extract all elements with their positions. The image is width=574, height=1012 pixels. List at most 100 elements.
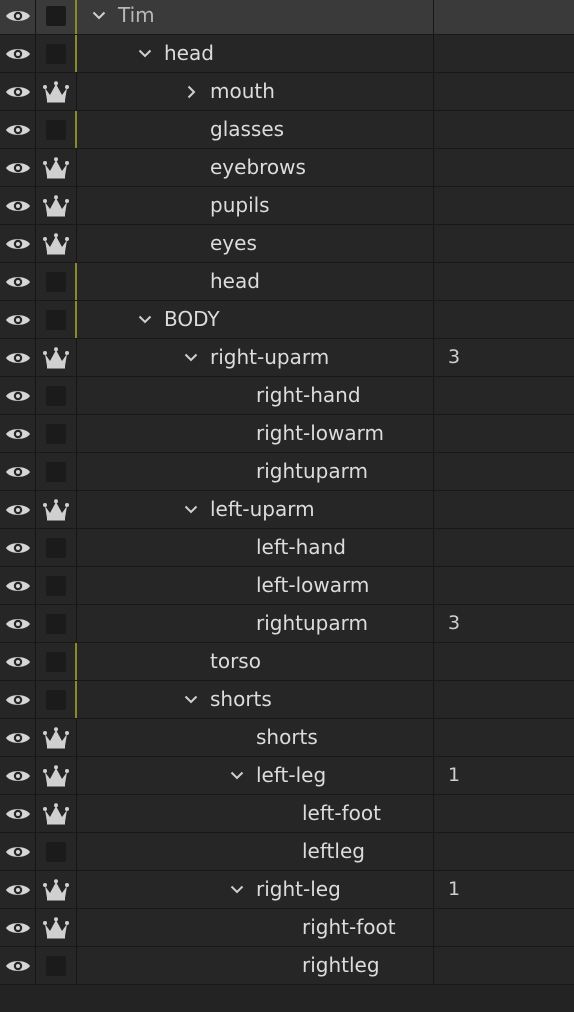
layer-swatch[interactable]	[36, 833, 77, 870]
layer-row[interactable]: left-hand	[0, 529, 574, 567]
layer-row[interactable]: right-lowarm	[0, 415, 574, 453]
crown-icon[interactable]	[36, 73, 77, 110]
layer-value-cell[interactable]	[433, 263, 574, 300]
layer-name-cell[interactable]: eyes	[77, 225, 433, 262]
crown-icon[interactable]	[36, 491, 77, 528]
layer-name-cell[interactable]: right-lowarm	[77, 415, 433, 452]
layer-row[interactable]: shorts	[0, 681, 574, 719]
layer-swatch[interactable]	[36, 301, 77, 338]
layer-value-cell[interactable]	[433, 187, 574, 224]
eye-icon[interactable]	[0, 225, 36, 262]
layer-value-cell[interactable]	[433, 491, 574, 528]
layer-row[interactable]: left-uparm	[0, 491, 574, 529]
eye-icon[interactable]	[0, 833, 36, 870]
layer-swatch[interactable]	[36, 529, 77, 566]
crown-icon[interactable]	[36, 149, 77, 186]
layer-value-cell[interactable]	[433, 529, 574, 566]
layer-swatch[interactable]	[36, 681, 77, 718]
layer-value-cell[interactable]: 3	[433, 605, 574, 642]
layer-row[interactable]: head	[0, 35, 574, 73]
crown-icon[interactable]	[36, 187, 77, 224]
layer-name-cell[interactable]: left-hand	[77, 529, 433, 566]
layer-row[interactable]: Tim	[0, 0, 574, 35]
layer-row[interactable]: right-uparm 3	[0, 339, 574, 377]
crown-icon[interactable]	[36, 719, 77, 756]
layer-row[interactable]: shorts	[0, 719, 574, 757]
crown-icon[interactable]	[36, 757, 77, 794]
eye-icon[interactable]	[0, 491, 36, 528]
layer-row[interactable]: eyebrows	[0, 149, 574, 187]
eye-icon[interactable]	[0, 263, 36, 300]
layer-value-cell[interactable]	[433, 643, 574, 680]
layer-value-cell[interactable]	[433, 415, 574, 452]
layer-swatch[interactable]	[36, 377, 77, 414]
layer-swatch[interactable]	[36, 0, 77, 34]
eye-icon[interactable]	[0, 567, 36, 604]
eye-icon[interactable]	[0, 187, 36, 224]
eye-icon[interactable]	[0, 909, 36, 946]
eye-icon[interactable]	[0, 643, 36, 680]
chevron-down-icon[interactable]	[181, 681, 201, 718]
chevron-right-icon[interactable]	[181, 73, 201, 110]
layer-swatch[interactable]	[36, 567, 77, 604]
eye-icon[interactable]	[0, 415, 36, 452]
layer-value-cell[interactable]	[433, 111, 574, 148]
crown-icon[interactable]	[36, 795, 77, 832]
layer-value-cell[interactable]	[433, 795, 574, 832]
layer-value-cell[interactable]	[433, 149, 574, 186]
eye-icon[interactable]	[0, 719, 36, 756]
layer-name-cell[interactable]: rightuparm	[77, 605, 433, 642]
layer-value-cell[interactable]	[433, 377, 574, 414]
layer-value-cell[interactable]: 1	[433, 871, 574, 908]
chevron-down-icon[interactable]	[135, 301, 155, 338]
crown-icon[interactable]	[36, 871, 77, 908]
layer-name-cell[interactable]: torso	[77, 643, 433, 680]
layer-row[interactable]: left-lowarm	[0, 567, 574, 605]
eye-icon[interactable]	[0, 301, 36, 338]
eye-icon[interactable]	[0, 681, 36, 718]
eye-icon[interactable]	[0, 529, 36, 566]
layer-value-cell[interactable]	[433, 833, 574, 870]
layer-value-cell[interactable]	[433, 225, 574, 262]
layer-row[interactable]: rightuparm 3	[0, 605, 574, 643]
layer-swatch[interactable]	[36, 453, 77, 490]
layer-name-cell[interactable]: head	[77, 35, 433, 72]
layer-name-cell[interactable]: right-uparm	[77, 339, 433, 376]
layer-value-cell[interactable]	[433, 909, 574, 946]
layer-swatch[interactable]	[36, 415, 77, 452]
eye-icon[interactable]	[0, 453, 36, 490]
layer-row[interactable]: torso	[0, 643, 574, 681]
layer-name-cell[interactable]: shorts	[77, 719, 433, 756]
layer-name-cell[interactable]: pupils	[77, 187, 433, 224]
layer-row[interactable]: pupils	[0, 187, 574, 225]
layer-name-cell[interactable]: left-uparm	[77, 491, 433, 528]
layer-swatch[interactable]	[36, 35, 77, 72]
layer-value-cell[interactable]	[433, 0, 574, 34]
layer-row[interactable]: right-leg 1	[0, 871, 574, 909]
layer-row[interactable]: eyes	[0, 225, 574, 263]
layer-name-cell[interactable]: rightleg	[77, 947, 433, 984]
eye-icon[interactable]	[0, 377, 36, 414]
layer-value-cell[interactable]	[433, 35, 574, 72]
layer-name-cell[interactable]: Tim	[77, 0, 433, 34]
crown-icon[interactable]	[36, 339, 77, 376]
layer-name-cell[interactable]: right-foot	[77, 909, 433, 946]
layer-value-cell[interactable]	[433, 947, 574, 984]
layer-name-cell[interactable]: right-hand	[77, 377, 433, 414]
layer-swatch[interactable]	[36, 947, 77, 984]
layer-row[interactable]: rightuparm	[0, 453, 574, 491]
eye-icon[interactable]	[0, 605, 36, 642]
layer-row[interactable]: leftleg	[0, 833, 574, 871]
layer-name-cell[interactable]: mouth	[77, 73, 433, 110]
layer-row[interactable]: right-hand	[0, 377, 574, 415]
eye-icon[interactable]	[0, 111, 36, 148]
layer-value-cell[interactable]	[433, 73, 574, 110]
layer-name-cell[interactable]: shorts	[77, 681, 433, 718]
layer-name-cell[interactable]: left-leg	[77, 757, 433, 794]
layer-row[interactable]: glasses	[0, 111, 574, 149]
eye-icon[interactable]	[0, 757, 36, 794]
layer-row[interactable]: left-leg 1	[0, 757, 574, 795]
chevron-down-icon[interactable]	[181, 339, 201, 376]
layer-swatch[interactable]	[36, 263, 77, 300]
eye-icon[interactable]	[0, 947, 36, 984]
